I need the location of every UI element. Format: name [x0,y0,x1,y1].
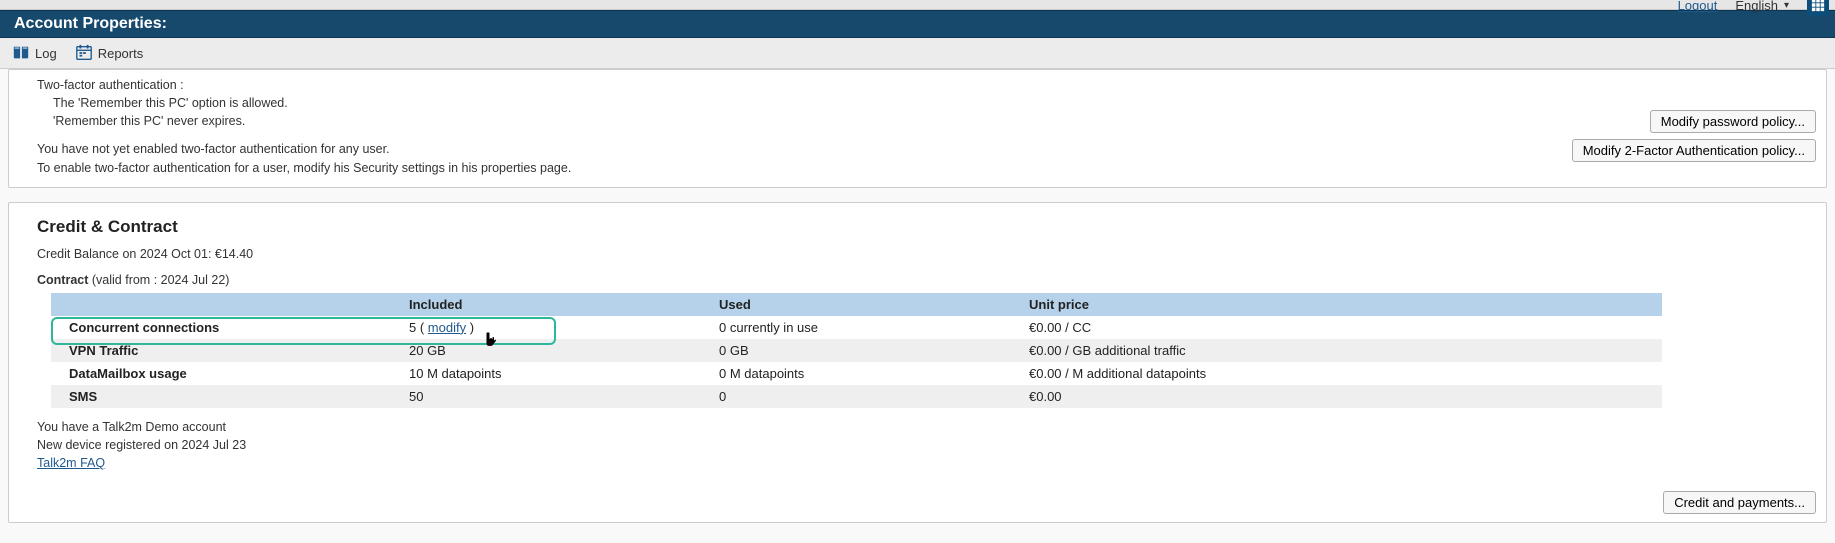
th-included: Included [401,293,711,316]
credit-contract-panel: Credit & Contract Credit Balance on 2024… [8,202,1827,524]
modify-connections-link[interactable]: modify [428,320,466,335]
contract-line: Contract (valid from : 2024 Jul 22) [37,271,1808,289]
table-row: VPN Traffic 20 GB 0 GB €0.00 / GB additi… [51,339,1662,362]
two-factor-line1: The 'Remember this PC' option is allowed… [37,94,1808,112]
row-cc-unit: €0.00 / CC [1021,316,1662,339]
logout-link[interactable]: Logout [1678,0,1718,13]
row-vpn-used: 0 GB [711,339,1021,362]
account-note1: You have a Talk2m Demo account [37,418,1808,436]
toolbar-log[interactable]: Log [12,44,57,62]
two-factor-heading: Two-factor authentication : [37,76,1808,94]
row-dm-used: 0 M datapoints [711,362,1021,385]
two-factor-line2: 'Remember this PC' never expires. [37,112,1808,130]
chevron-down-icon: ▾ [1784,0,1789,11]
row-vpn-unit: €0.00 / GB additional traffic [1021,339,1662,362]
contract-valid: (valid from : 2024 Jul 22) [88,273,229,287]
top-utility-bar: Logout English ▾ [0,0,1835,10]
row-cc-label: Concurrent connections [51,316,401,339]
modify-2fa-policy-button[interactable]: Modify 2-Factor Authentication policy... [1572,139,1816,162]
row-dm-included: 10 M datapoints [401,362,711,385]
page-title: Account Properties: [14,15,167,32]
row-dm-label: DataMailbox usage [51,362,401,385]
app-menu-button[interactable] [1807,0,1829,16]
row-sms-used: 0 [711,385,1021,408]
credit-payments-button[interactable]: Credit and payments... [1663,491,1816,514]
grid-icon [1811,0,1825,12]
page-header: Account Properties: [0,10,1835,38]
table-row: Concurrent connections 5 ( modify ) 0 cu… [51,316,1662,339]
two-factor-info2: To enable two-factor authentication for … [37,159,1808,177]
two-factor-info1: You have not yet enabled two-factor auth… [37,140,1808,158]
row-vpn-label: VPN Traffic [51,339,401,362]
row-sms-unit: €0.00 [1021,385,1662,408]
th-used: Used [711,293,1021,316]
toolbar-log-label: Log [35,46,57,61]
row-vpn-included: 20 GB [401,339,711,362]
table-row: DataMailbox usage 10 M datapoints 0 M da… [51,362,1662,385]
two-factor-panel: Two-factor authentication : The 'Remembe… [8,69,1827,188]
toolbar: Log Reports [0,38,1835,69]
table-row: SMS 50 0 €0.00 [51,385,1662,408]
language-label: English [1735,0,1778,13]
row-cc-used: 0 currently in use [711,316,1021,339]
modify-password-policy-button[interactable]: Modify password policy... [1650,110,1816,133]
toolbar-reports-label: Reports [98,46,144,61]
row-sms-label: SMS [51,385,401,408]
credit-contract-title: Credit & Contract [37,217,1808,237]
account-note2: New device registered on 2024 Jul 23 [37,436,1808,454]
calendar-icon [75,44,93,62]
th-unit: Unit price [1021,293,1662,316]
book-icon [12,44,30,62]
toolbar-reports[interactable]: Reports [75,44,144,62]
contract-table: Included Used Unit price Concurrent conn… [51,293,1662,408]
row-dm-unit: €0.00 / M additional datapoints [1021,362,1662,385]
contract-label: Contract [37,273,88,287]
th-blank [51,293,401,316]
talk2m-faq-link[interactable]: Talk2m FAQ [37,456,105,470]
credit-balance: Credit Balance on 2024 Oct 01: €14.40 [37,245,1808,263]
row-cc-included: 5 ( modify ) [401,316,711,339]
language-selector[interactable]: English ▾ [1735,0,1789,13]
row-sms-included: 50 [401,385,711,408]
